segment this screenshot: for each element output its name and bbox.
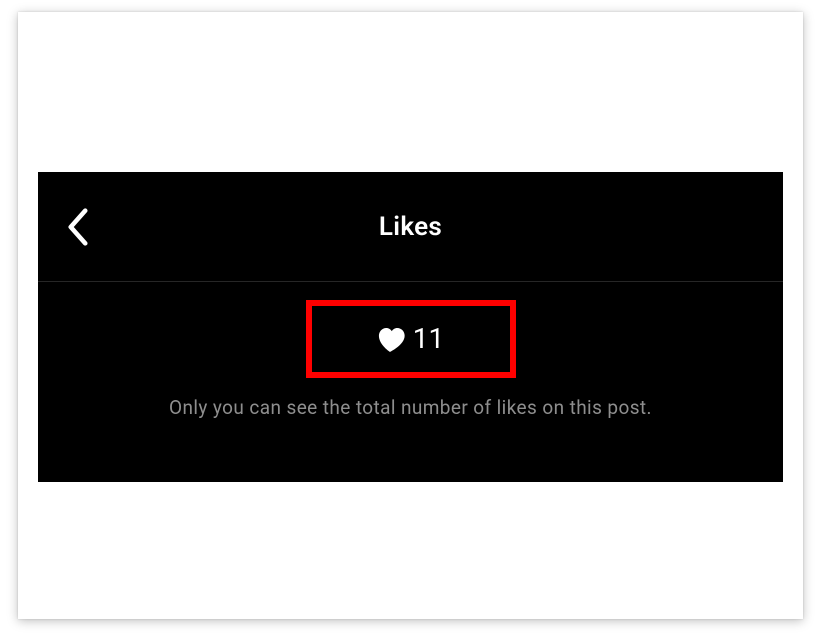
header-bar: Likes (38, 172, 783, 282)
likes-panel: Likes 11 Only you can see the total numb… (38, 172, 783, 482)
content-area: 11 Only you can see the total number of … (38, 282, 783, 419)
likes-count: 11 (413, 325, 444, 353)
likes-count-box: 11 (306, 300, 516, 378)
heart-icon (377, 326, 405, 352)
likes-visibility-info: Only you can see the total number of lik… (38, 396, 783, 419)
back-button[interactable] (56, 199, 100, 255)
card-container: Likes 11 Only you can see the total numb… (18, 12, 803, 619)
page-title: Likes (379, 212, 442, 242)
chevron-left-icon (64, 207, 92, 247)
